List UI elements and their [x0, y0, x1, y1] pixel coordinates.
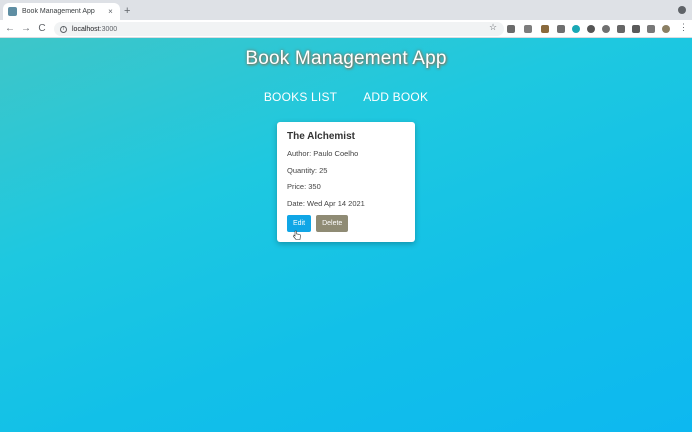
extension-icon[interactable]: [632, 25, 640, 33]
main-nav: BOOKS LIST ADD BOOK: [0, 90, 692, 104]
browser-toolbar: ← → C i localhost:3000 ☆ ⋮: [0, 20, 692, 38]
url-port: :3000: [99, 25, 118, 33]
url-text: localhost:3000: [72, 26, 117, 33]
book-price: Price: 350: [287, 182, 321, 191]
forward-button[interactable]: →: [20, 22, 32, 35]
extension-icon[interactable]: [541, 25, 549, 33]
address-bar[interactable]: i localhost:3000: [54, 22, 504, 36]
reload-button[interactable]: C: [36, 22, 48, 35]
back-button[interactable]: ←: [4, 22, 16, 35]
menu-kebab-icon[interactable]: ⋮: [679, 22, 688, 32]
extension-icon[interactable]: [507, 25, 515, 33]
profile-avatar[interactable]: [662, 25, 670, 33]
new-tab-button[interactable]: +: [124, 4, 130, 18]
page-viewport: Book Management App BOOKS LIST ADD BOOK …: [0, 38, 692, 432]
url-host: localhost: [72, 25, 100, 33]
extension-icon[interactable]: [572, 25, 580, 33]
extension-icon[interactable]: [587, 25, 595, 33]
nav-books-list[interactable]: BOOKS LIST: [264, 90, 337, 104]
download-icon[interactable]: [524, 25, 532, 33]
browser-tab[interactable]: Book Management App ×: [3, 3, 120, 20]
card-actions: Edit Delete: [287, 215, 405, 232]
info-icon[interactable]: i: [60, 25, 67, 33]
book-quantity: Quantity: 25: [287, 165, 328, 175]
extension-icon[interactable]: [602, 25, 610, 33]
book-author: Author: Paulo Coelho: [287, 149, 359, 158]
delete-button[interactable]: Delete: [316, 215, 349, 232]
tab-close-icon[interactable]: ×: [106, 7, 115, 16]
book-title: The Alchemist: [287, 131, 355, 142]
tab-title: Book Management App: [22, 8, 95, 15]
favicon-icon: [8, 7, 17, 16]
extension-icon[interactable]: [557, 25, 565, 33]
book-card: The Alchemist Author: Paulo Coelho Quant…: [277, 122, 415, 242]
extension-icon[interactable]: [647, 25, 655, 33]
window-menu-icon[interactable]: [678, 6, 686, 14]
bookmark-star-icon[interactable]: ☆: [489, 22, 497, 32]
book-date: Date: Wed Apr 14 2021: [287, 198, 365, 208]
app-title: Book Management App: [245, 48, 447, 69]
nav-add-book[interactable]: ADD BOOK: [363, 90, 428, 104]
hand-cursor-icon: [293, 230, 301, 240]
browser-tabstrip: Book Management App × +: [0, 0, 692, 20]
extension-icon[interactable]: [617, 25, 625, 33]
